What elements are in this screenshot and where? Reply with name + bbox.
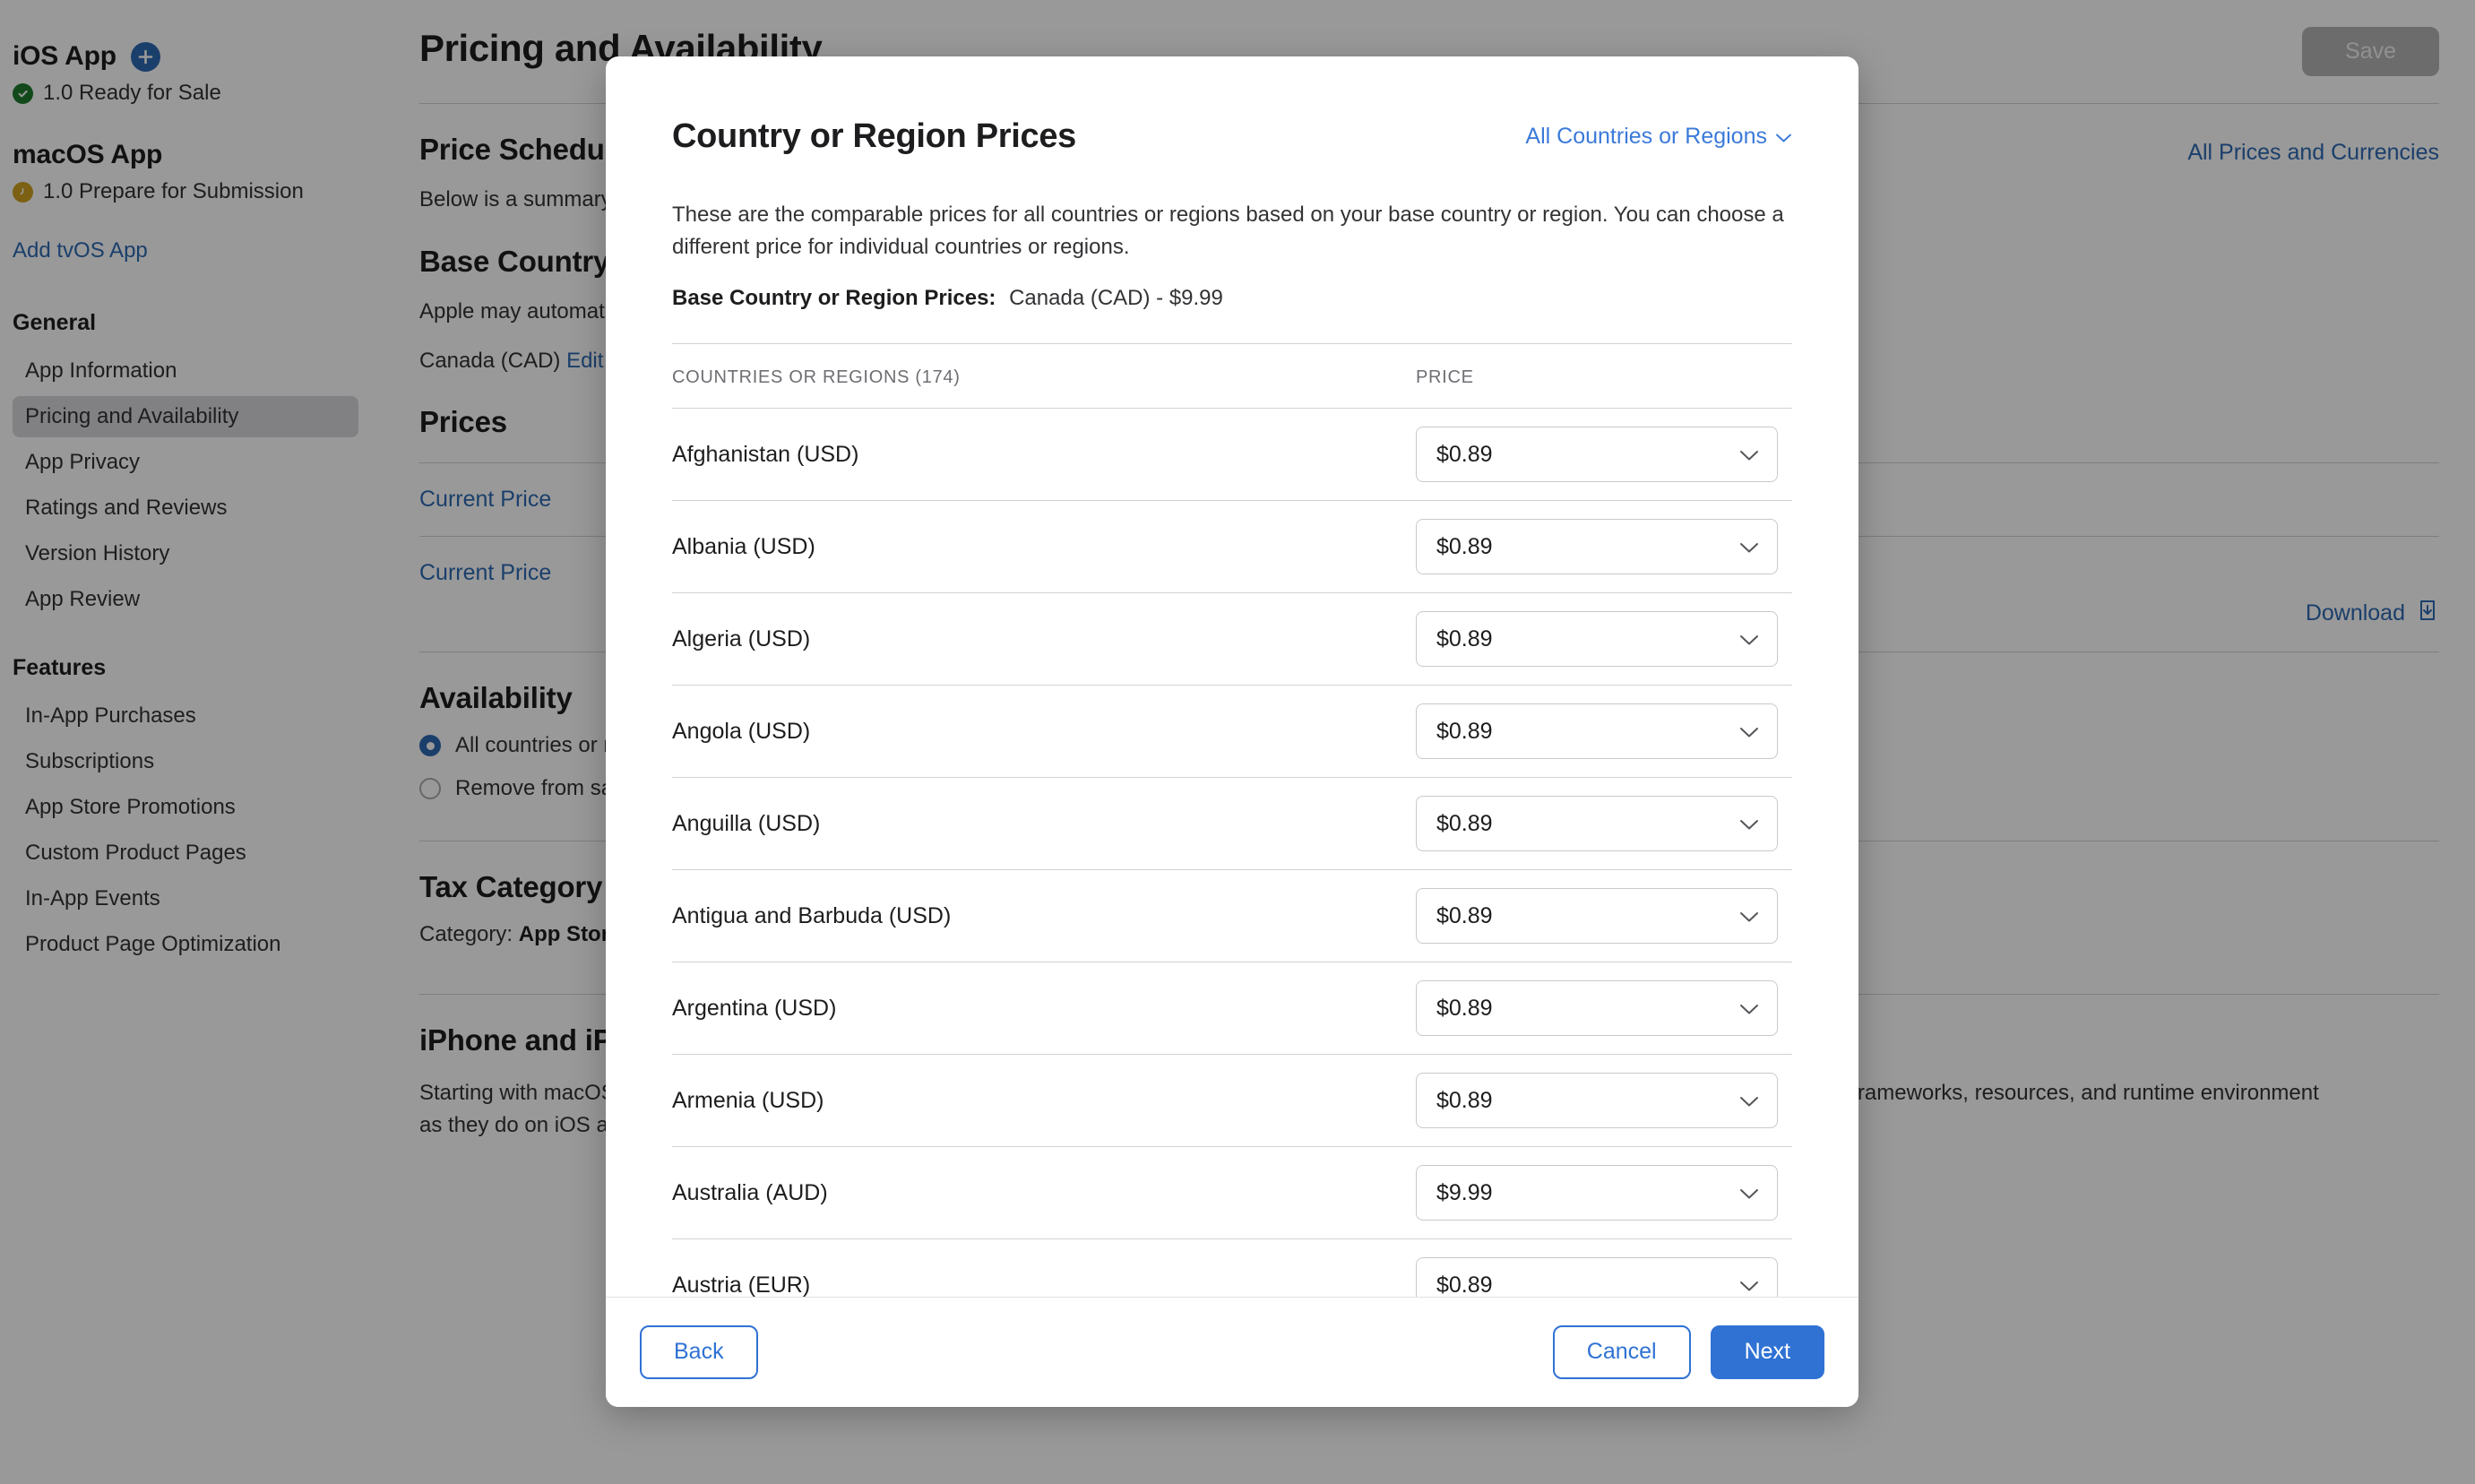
back-button[interactable]: Back — [640, 1325, 758, 1379]
all-countries-or-regions-filter[interactable]: All Countries or Regions — [1525, 124, 1792, 150]
modal-footer-actions: Cancel Next — [1552, 1325, 1824, 1379]
table-row: Antigua and Barbuda (USD) $0.89 — [672, 869, 1792, 962]
table-row: Australia (AUD) $9.99 — [672, 1146, 1792, 1238]
price-select-value: $0.89 — [1436, 626, 1493, 651]
chevron-down-icon — [1775, 124, 1792, 150]
prices-table-header: COUNTRIES OR REGIONS (174) PRICE — [672, 343, 1792, 408]
price-select-value: $0.89 — [1436, 441, 1493, 467]
table-row: Argentina (USD) $0.89 — [672, 962, 1792, 1054]
column-header-price: PRICE — [1416, 367, 1474, 388]
row-price-cell: $9.99 — [1416, 1165, 1792, 1221]
price-select[interactable]: $0.89 — [1416, 519, 1778, 575]
price-select-value: $0.89 — [1436, 902, 1493, 928]
price-select[interactable]: $0.89 — [1416, 796, 1778, 852]
table-row: Afghanistan (USD) $0.89 — [672, 408, 1792, 500]
modal-scroll-area[interactable]: Country or Region Prices All Countries o… — [606, 56, 1858, 1297]
price-select-value: $0.89 — [1436, 810, 1493, 836]
chevron-down-icon — [1739, 903, 1759, 929]
price-select-value: $0.89 — [1436, 533, 1493, 559]
price-select[interactable]: $0.89 — [1416, 703, 1778, 760]
row-price-cell: $0.89 — [1416, 519, 1792, 575]
price-select[interactable]: $0.89 — [1416, 980, 1778, 1037]
row-country-name: Australia (AUD) — [672, 1179, 828, 1205]
column-header-countries: COUNTRIES OR REGIONS (174) — [672, 367, 961, 388]
price-select-value: $0.89 — [1436, 1272, 1493, 1297]
row-price-cell: $0.89 — [1416, 1073, 1792, 1129]
country-or-region-prices-dialog: Country or Region Prices All Countries o… — [606, 56, 1858, 1407]
row-price-cell: $0.89 — [1416, 1257, 1792, 1297]
table-row: Armenia (USD) $0.89 — [672, 1054, 1792, 1146]
row-country-name: Antigua and Barbuda (USD) — [672, 902, 952, 928]
filter-label: All Countries or Regions — [1525, 124, 1767, 149]
row-country-name: Albania (USD) — [672, 533, 815, 559]
row-price-cell: $0.89 — [1416, 427, 1792, 483]
base-prices-label: Base Country or Region Prices: — [672, 286, 996, 311]
next-button[interactable]: Next — [1710, 1325, 1824, 1379]
modal-footer: Back Cancel Next — [606, 1297, 1858, 1407]
row-price-cell: $0.89 — [1416, 888, 1792, 945]
modal-title: Country or Region Prices — [672, 117, 1076, 155]
row-price-cell: $0.89 — [1416, 980, 1792, 1037]
row-price-cell: $0.89 — [1416, 796, 1792, 852]
price-select[interactable]: $0.89 — [1416, 427, 1778, 483]
table-row: Angola (USD) $0.89 — [672, 685, 1792, 777]
chevron-down-icon — [1739, 1273, 1759, 1297]
price-select-value: $9.99 — [1436, 1179, 1493, 1205]
chevron-down-icon — [1739, 442, 1759, 468]
price-select-value: $0.89 — [1436, 1087, 1493, 1113]
row-country-name: Afghanistan (USD) — [672, 441, 859, 467]
price-select[interactable]: $0.89 — [1416, 1073, 1778, 1129]
cancel-button[interactable]: Cancel — [1552, 1325, 1691, 1379]
row-country-name: Anguilla (USD) — [672, 810, 821, 836]
row-country-name: Algeria (USD) — [672, 626, 811, 651]
price-select-value: $0.89 — [1436, 995, 1493, 1021]
row-country-name: Armenia (USD) — [672, 1087, 824, 1113]
table-row: Anguilla (USD) $0.89 — [672, 777, 1792, 869]
base-prices-value: Canada (CAD) - $9.99 — [1009, 286, 1223, 311]
chevron-down-icon — [1739, 534, 1759, 560]
row-price-cell: $0.89 — [1416, 611, 1792, 668]
price-select[interactable]: $0.89 — [1416, 888, 1778, 945]
chevron-down-icon — [1739, 996, 1759, 1022]
table-row: Albania (USD) $0.89 — [672, 500, 1792, 592]
table-row: Austria (EUR) $0.89 — [672, 1238, 1792, 1297]
chevron-down-icon — [1739, 1180, 1759, 1206]
chevron-down-icon — [1739, 1088, 1759, 1114]
table-row: Algeria (USD) $0.89 — [672, 592, 1792, 685]
price-select[interactable]: $0.89 — [1416, 1257, 1778, 1297]
chevron-down-icon — [1739, 811, 1759, 837]
chevron-down-icon — [1739, 719, 1759, 745]
row-price-cell: $0.89 — [1416, 703, 1792, 760]
price-select-value: $0.89 — [1436, 718, 1493, 744]
modal-base-prices-row: Base Country or Region Prices: Canada (C… — [672, 286, 1792, 311]
price-select[interactable]: $0.89 — [1416, 611, 1778, 668]
modal-header: Country or Region Prices All Countries o… — [672, 56, 1792, 156]
row-country-name: Angola (USD) — [672, 718, 811, 744]
price-select[interactable]: $9.99 — [1416, 1165, 1778, 1221]
modal-description: These are the comparable prices for all … — [672, 203, 1784, 259]
chevron-down-icon — [1739, 626, 1759, 652]
row-country-name: Austria (EUR) — [672, 1272, 811, 1297]
row-country-name: Argentina (USD) — [672, 995, 837, 1021]
